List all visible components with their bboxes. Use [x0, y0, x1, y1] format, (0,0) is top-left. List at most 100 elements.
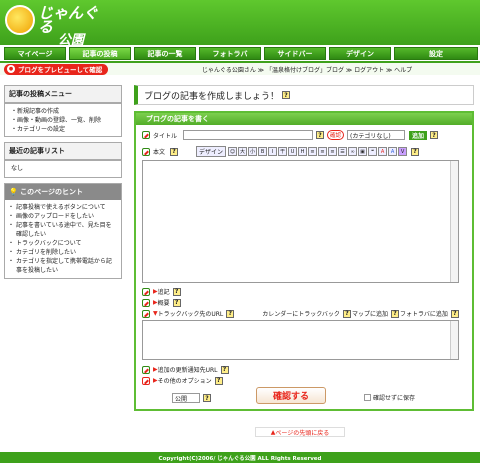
gaiyou-row[interactable]: ▶ 概要 ?	[142, 298, 181, 307]
trackback-label[interactable]: トラックバック先のURL	[158, 309, 224, 318]
sidebar: 記事の投稿メニュー ・新規記事の作成 ・画像・動画の登録、一覧、削除 ・カテゴリ…	[4, 85, 122, 284]
strike-button[interactable]: 干	[278, 147, 288, 156]
checkbox-icon[interactable]	[142, 376, 150, 385]
page-title: ブログの記事を作成しましょう！?	[134, 85, 474, 105]
help-icon[interactable]: ?	[214, 376, 223, 385]
bold-button[interactable]: B	[258, 147, 268, 156]
underline-button[interactable]: U	[288, 147, 298, 156]
tab-sidebar[interactable]: サイドバー	[264, 47, 326, 60]
body-toolbar: 本文 ? デザイン ☺ 大 小 B I 干 U H ≡ ≡ ≡ ☰ ∞ ▣ ❝ …	[142, 146, 420, 157]
tab-settings[interactable]: 設定	[394, 47, 478, 60]
bg-color-button[interactable]: A	[388, 147, 398, 156]
help-icon[interactable]: ?	[450, 309, 459, 318]
help-icon[interactable]: ?	[282, 91, 291, 99]
font-large-button[interactable]: 大	[238, 147, 248, 156]
post-menu-title: 記事の投稿メニュー	[5, 86, 121, 104]
publish-select[interactable]: 公開	[172, 393, 200, 403]
hint-item[interactable]: 記事投稿で使えるボタンについて	[8, 203, 115, 212]
pencil-icon	[142, 147, 150, 156]
footer: Copyright(C)2006/ じゃんぐる公園 ALL Rights Res…	[0, 452, 480, 463]
map-add-link[interactable]: マップに追加	[352, 309, 388, 318]
save-without-confirm-checkbox[interactable]	[364, 394, 371, 401]
help-icon[interactable]: ?	[316, 131, 325, 139]
tab-mypage[interactable]: マイページ	[4, 47, 66, 60]
back-to-top-link[interactable]: ▲ ページの先頭に戻る	[255, 427, 345, 437]
pencil-icon	[142, 287, 150, 296]
hint-item[interactable]: 画像のアップロードをしたい	[8, 212, 115, 221]
font-small-button[interactable]: 小	[248, 147, 258, 156]
image-icon[interactable]: ▣	[358, 147, 368, 156]
update-url-row[interactable]: ▶ 追加の更新通知先URL ?	[142, 365, 229, 374]
trackback-textarea[interactable]	[142, 320, 459, 360]
post-menu-item-media[interactable]: ・画像・動画の登録、一覧、削除	[11, 116, 115, 125]
align-right-icon[interactable]: ≡	[328, 147, 338, 156]
recent-post-item: なし	[11, 165, 24, 172]
post-menu-item-new[interactable]: ・新規記事の作成	[11, 107, 115, 116]
other-options-row[interactable]: ▶ その他のオプション ?	[142, 376, 223, 385]
hint-item[interactable]: カテゴリを削除したい	[8, 248, 115, 257]
tab-design[interactable]: デザイン	[329, 47, 391, 60]
title-input[interactable]	[183, 130, 314, 140]
font-color-button[interactable]: A	[378, 147, 388, 156]
eye-icon: ●	[7, 65, 15, 73]
post-form: ブログの記事を書く タイトル ? 確認 (カテゴリなし) 追加 ? 本文 ? デ…	[134, 111, 474, 411]
page-hints-title: 💡 このページのヒント	[5, 184, 121, 200]
pencil-icon	[142, 309, 150, 318]
pencil-icon	[142, 131, 150, 139]
help-icon[interactable]: ?	[170, 147, 179, 156]
help-icon[interactable]: ?	[203, 394, 211, 402]
post-menu-item-category[interactable]: ・カテゴリーの設定	[11, 125, 115, 134]
list-icon[interactable]: ☰	[338, 147, 348, 156]
logo[interactable]: じゃんぐる 公園	[38, 6, 108, 48]
scrollbar[interactable]	[450, 161, 458, 282]
hint-item[interactable]: トラックバックについて	[8, 239, 115, 248]
preview-button[interactable]: ● ブログをプレビューして確認	[4, 63, 109, 75]
help-icon[interactable]: ?	[220, 365, 229, 374]
main-content: ブログの記事を作成しましょう！? ブログの記事を書く タイトル ? 確認 (カテ…	[134, 85, 474, 411]
add-category-button[interactable]: 追加	[409, 130, 428, 140]
help-icon[interactable]: ?	[226, 309, 235, 318]
main-nav: マイページ 記事の投稿 記事の一覧 フォトラバ サイドバー デザイン 設定	[0, 45, 480, 61]
align-center-icon[interactable]: ≡	[318, 147, 328, 156]
tab-post[interactable]: 記事の投稿	[69, 47, 131, 60]
link-icon[interactable]: ∞	[348, 147, 358, 156]
align-left-icon[interactable]: ≡	[308, 147, 318, 156]
help-icon[interactable]: ?	[390, 309, 399, 318]
help-icon[interactable]: ?	[172, 287, 181, 296]
hint-item[interactable]: 記事を書いている途中で、見た目を確認したい	[8, 221, 115, 239]
pencil-icon	[142, 298, 150, 307]
publish-row: 公開 ?	[172, 393, 211, 403]
confirm-small-button[interactable]: 確認	[327, 130, 345, 140]
header: じゃんぐる 公園	[0, 0, 480, 48]
emoji-button[interactable]: ☺	[228, 147, 238, 156]
help-icon[interactable]: ?	[172, 298, 181, 307]
italic-button[interactable]: I	[268, 147, 278, 156]
body-textarea[interactable]	[142, 160, 459, 283]
tab-list[interactable]: 記事の一覧	[134, 47, 196, 60]
lightbulb-icon: 💡	[9, 188, 18, 196]
tab-photoraba[interactable]: フォトラバ	[199, 47, 261, 60]
design-button[interactable]: デザイン	[196, 146, 227, 157]
help-icon[interactable]: ?	[342, 309, 351, 318]
pencil-icon	[142, 365, 150, 374]
calendar-trackback-link[interactable]: カレンダーにトラックバック	[262, 309, 340, 318]
confirm-button[interactable]: 確認する	[256, 387, 326, 404]
help-icon[interactable]: ?	[411, 147, 420, 156]
tsuiki-row[interactable]: ▶ 追記 ?	[142, 287, 181, 296]
logo-icon	[5, 5, 35, 35]
post-menu-box: 記事の投稿メニュー ・新規記事の作成 ・画像・動画の登録、一覧、削除 ・カテゴリ…	[4, 85, 122, 137]
category-select[interactable]: (カテゴリなし)	[347, 130, 406, 140]
sub-bar: ● ブログをプレビューして確認 じゃんぐる公園さん ≫ 「温泉格付けブログ」ブロ…	[0, 61, 480, 75]
breadcrumb[interactable]: じゃんぐる公園さん ≫ 「温泉格付けブログ」ブログ ≫ ログアウト ≫ ヘルプ	[202, 65, 412, 74]
photoraba-add-link[interactable]: フォトラバに追加	[400, 309, 448, 318]
scrollbar[interactable]	[450, 321, 458, 359]
recent-posts-title: 最近の記事リスト	[5, 143, 121, 161]
preview-label: ブログをプレビューして確認	[18, 66, 103, 74]
save-without-confirm-row: 確認せずに保存	[364, 393, 415, 402]
quote-icon[interactable]: ❝	[368, 147, 378, 156]
heading-button[interactable]: H	[298, 147, 308, 156]
help-icon[interactable]: ?	[430, 131, 439, 139]
more-button[interactable]: V	[398, 147, 408, 156]
page-hints-box: 💡 このページのヒント 記事投稿で使えるボタンについて 画像のアップロードをした…	[4, 183, 122, 279]
hint-item[interactable]: カテゴリを指定して携帯電話から記事を投稿したい	[8, 257, 115, 275]
